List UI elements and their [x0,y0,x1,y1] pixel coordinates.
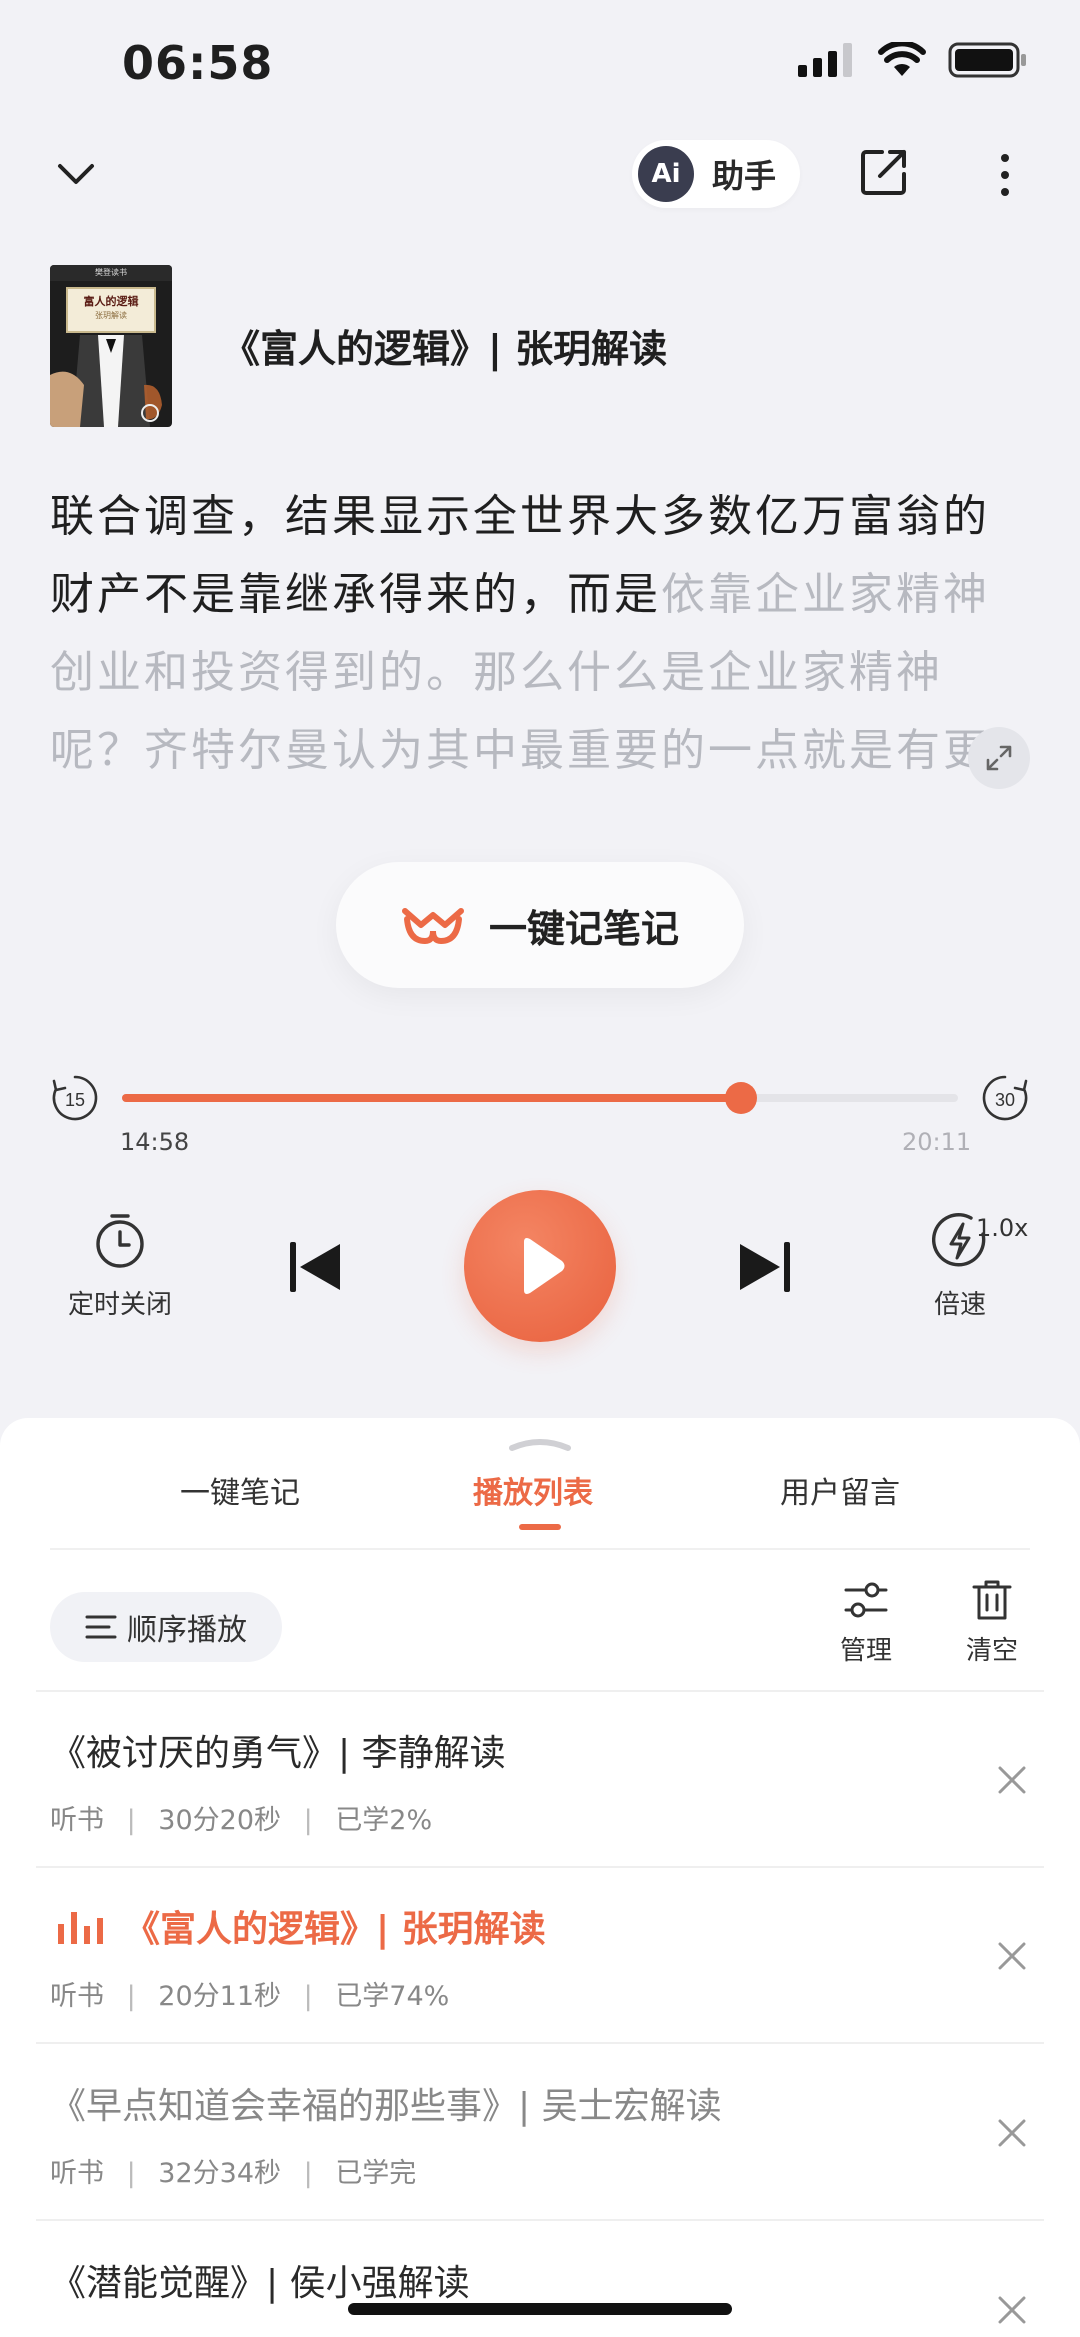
meta-separator: | [303,2158,313,2189]
home-indicator[interactable] [348,2303,732,2315]
cover-title-line1: 富人的逻辑 [83,295,139,308]
trash-icon [972,1580,1012,1620]
skip-back-value: 15 [65,1090,85,1110]
playlist-item-title[interactable]: 《被讨厌的勇气》| 李静解读 [50,1724,506,1776]
chevron-down-icon[interactable] [52,150,100,198]
progress-handle[interactable] [724,1082,757,1114]
cover-publisher: 樊登读书 [50,265,172,281]
book-title: 《富人的逻辑》| 张玥解读 [222,327,668,371]
previous-track-icon[interactable] [286,1238,344,1296]
ai-badge-icon: Ai [638,146,694,202]
item-duration: 30分20秒 [158,1805,282,1836]
meta-separator: | [303,1981,313,2012]
quick-note-label: 一键记笔记 [488,906,679,951]
meta-separator: | [126,1805,136,1836]
item-progress: 已学74% [335,1981,450,2012]
playlist-item-title-playing[interactable]: 《富人的逻辑》| 张玥解读 [124,1900,546,1952]
play-icon [524,1238,565,1294]
share-icon[interactable] [858,146,910,198]
manage-label: 管理 [839,1636,892,1666]
wifi-icon [878,42,926,76]
total-time: 20:11 [902,1128,972,1156]
tab-playlist[interactable]: 播放列表 [473,1468,593,1512]
remove-item-icon[interactable] [994,2115,1030,2151]
timer-icon [96,1214,144,1268]
clear-button[interactable]: 清空 [952,1578,1032,1667]
play-order-button[interactable]: 顺序播放 [50,1592,282,1662]
list-order-icon [85,1615,117,1639]
meta-separator: | [126,2158,136,2189]
row-divider [36,2042,1044,2044]
sheet-handle[interactable] [508,1434,572,1454]
book-cover: 樊登读书 富人的逻辑 张玥解读 [50,265,172,427]
play-order-label: 顺序播放 [127,1613,247,1648]
ai-assistant-label: 助手 [712,157,777,195]
current-time: 14:58 [120,1128,190,1156]
item-type: 听书 [50,1805,104,1836]
playlist-item-meta: 听书 | 32分34秒 | 已学完 [50,2151,416,2190]
expand-icon [986,745,1012,771]
meta-separator: | [303,1805,313,1836]
playlist-item-meta: 听书 | 20分11秒 | 已学74% [50,1974,449,2013]
playlist-item-title[interactable]: 《潜能觉醒》| 侯小强解读 [50,2254,470,2306]
tab-divider [50,1548,1030,1550]
row-divider [36,1866,1044,1868]
item-type: 听书 [50,1981,104,2012]
timer-label: 定时关闭 [67,1290,172,1320]
remove-item-icon[interactable] [994,1762,1030,1798]
manage-button[interactable]: 管理 [826,1578,906,1667]
now-playing-equalizer-icon [58,1912,103,1944]
speed-label: 倍速 [933,1290,986,1320]
meta-separator: | [126,1981,136,2012]
more-vertical-icon[interactable] [990,150,1020,200]
ai-assistant-button[interactable]: Ai 助手 [632,140,800,208]
cover-title-label: 富人的逻辑 张玥解读 [66,287,156,333]
next-track-icon[interactable] [736,1238,794,1296]
playlist-item-title[interactable]: 《早点知道会幸福的那些事》| 吴士宏解读 [50,2077,722,2129]
quick-note-button[interactable]: 一键记笔记 [336,862,744,988]
status-time: 06:58 [122,36,274,90]
progress-fill [122,1094,741,1102]
skip-forward-30-icon[interactable]: 30 [980,1073,1030,1123]
tab-quick-notes[interactable]: 一键笔记 [180,1468,300,1512]
playback-speed-button[interactable]: 1.0x 倍速 [900,1212,1028,1321]
item-duration: 20分11秒 [158,1981,282,2012]
item-progress: 已学2% [335,1805,433,1836]
item-type: 听书 [50,2158,104,2189]
row-divider [36,1690,1044,1692]
speed-value: 1.0x [976,1214,1029,1242]
cover-title-line2: 张玥解读 [95,311,127,320]
cover-illustration [50,335,162,427]
item-progress: 已学完 [335,2158,417,2189]
sleep-timer-button[interactable]: 定时关闭 [55,1212,185,1321]
skip-forward-value: 30 [995,1090,1015,1110]
note-logo-icon [401,908,464,945]
playlist-item-meta: 听书 | 30分20秒 | 已学2% [50,1798,432,1837]
item-duration: 32分34秒 [158,2158,282,2189]
progress-track[interactable] [122,1094,958,1102]
bottom-sheet [0,1418,1080,2337]
expand-transcript-button[interactable] [968,727,1030,789]
play-button[interactable] [464,1190,616,1342]
transcript-text: 联合调查，结果显示全世界大多数亿万富翁的财产不是靠继承得来的，而是依靠企业家精神… [50,478,1030,800]
cellular-signal-icon [798,43,852,77]
sliders-icon [844,1582,888,1618]
remove-item-icon[interactable] [994,2292,1030,2328]
tab-user-comments[interactable]: 用户留言 [780,1468,900,1512]
active-tab-indicator [519,1524,561,1530]
clear-label: 清空 [965,1636,1018,1666]
remove-item-icon[interactable] [994,1938,1030,1974]
battery-icon [948,42,1026,78]
skip-back-15-icon[interactable]: 15 [50,1073,100,1123]
row-divider [36,2219,1044,2221]
status-icons [798,42,1028,78]
